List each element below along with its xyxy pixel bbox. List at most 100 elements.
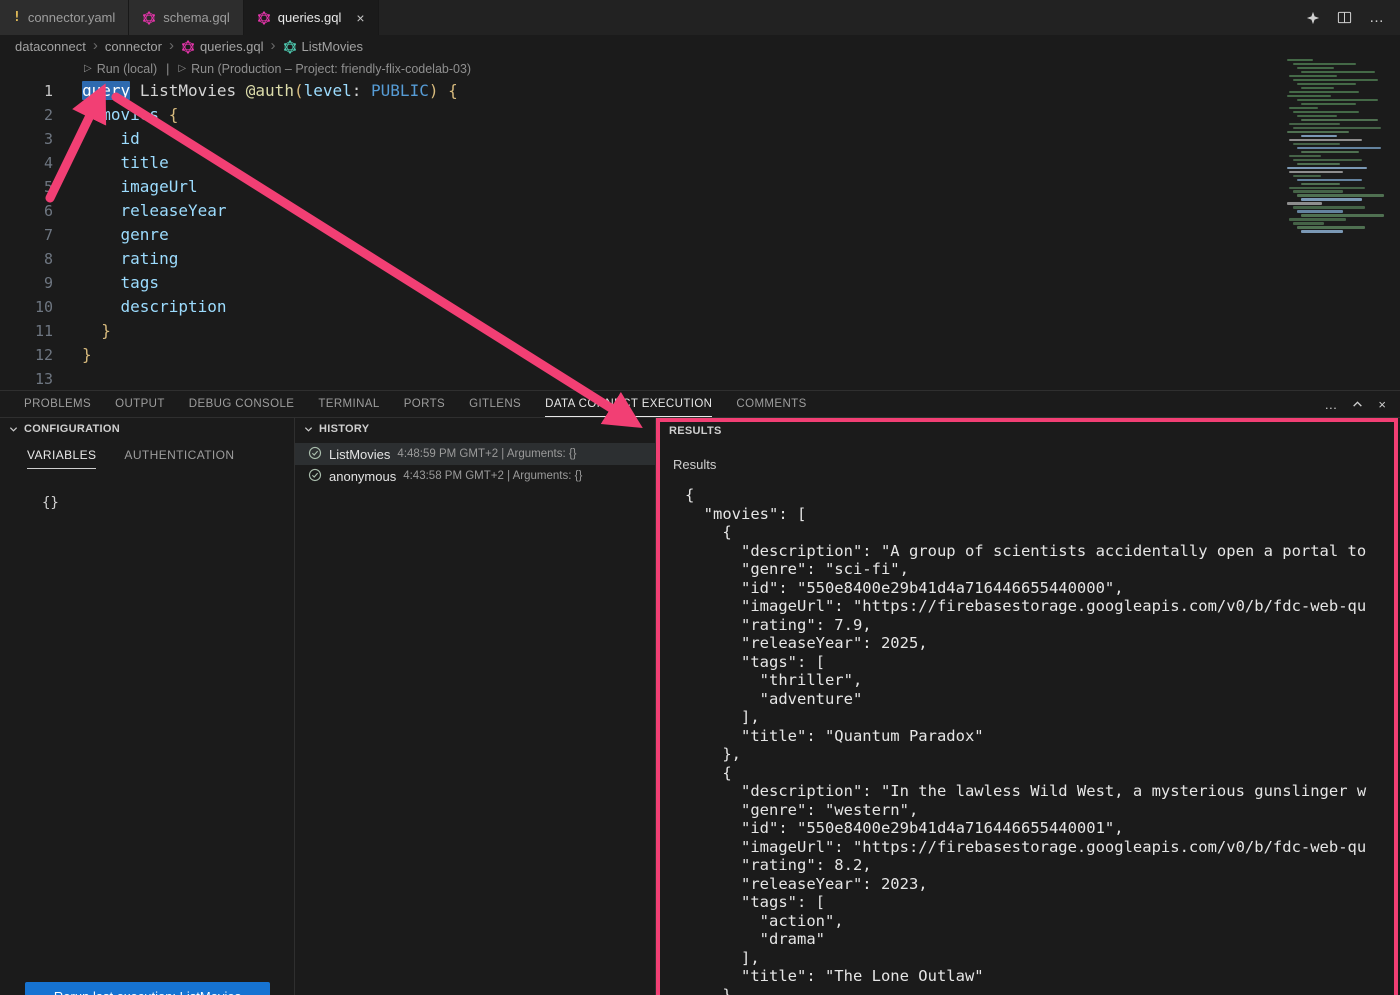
- minimap-line: [1297, 194, 1384, 196]
- panel-tab-output[interactable]: OUTPUT: [115, 391, 165, 417]
- code-text: tags: [53, 271, 159, 295]
- json-line: "action",: [685, 912, 1400, 931]
- run-production-link[interactable]: ▷ Run (Production – Project: friendly-fl…: [178, 62, 471, 76]
- results-header[interactable]: RESULTS: [656, 418, 1400, 440]
- line-number: 5: [0, 175, 53, 199]
- minimap-line: [1287, 59, 1313, 61]
- results-json[interactable]: { "movies": [ { "description": "A group …: [656, 486, 1400, 995]
- tab-schema-gql[interactable]: schema.gql: [129, 0, 243, 35]
- configuration-header[interactable]: CONFIGURATION: [0, 418, 294, 440]
- split-editor-icon[interactable]: [1337, 10, 1352, 25]
- code-line: 10 description: [0, 295, 1283, 319]
- minimap-line: [1301, 230, 1343, 232]
- tab-queries-gql[interactable]: queries.gql×: [244, 0, 379, 35]
- panel-tab-problems[interactable]: PROBLEMS: [24, 391, 91, 417]
- play-icon: ▷: [84, 63, 92, 74]
- token: }: [82, 321, 111, 340]
- variables-tab[interactable]: VARIABLES: [27, 448, 96, 469]
- codelens: ▷ Run (local) | ▷ Run (Production – Proj…: [0, 58, 1400, 79]
- minimap-line: [1287, 167, 1367, 169]
- line-number: 4: [0, 151, 53, 175]
- token: id: [121, 129, 140, 148]
- code-text: description: [53, 295, 227, 319]
- more-actions-icon[interactable]: …: [1369, 9, 1384, 26]
- panel-close-icon[interactable]: ×: [1378, 397, 1386, 412]
- token: imageUrl: [121, 177, 198, 196]
- panel-tab-debug-console[interactable]: DEBUG CONSOLE: [189, 391, 295, 417]
- line-number: 1: [0, 79, 53, 103]
- panel-tab-terminal[interactable]: TERMINAL: [318, 391, 379, 417]
- code-line: 1query ListMovies @auth(level: PUBLIC) {: [0, 79, 1283, 103]
- line-number: 12: [0, 343, 53, 367]
- rerun-button[interactable]: Rerun last execution: ListMovies: [25, 982, 270, 995]
- breadcrumb-item-queries-gql[interactable]: queries.gql: [181, 39, 264, 54]
- panel-tab-ports[interactable]: PORTS: [404, 391, 445, 417]
- panel-more-icon[interactable]: …: [1324, 397, 1337, 412]
- token: description: [121, 297, 227, 316]
- authentication-tab[interactable]: AUTHENTICATION: [124, 448, 234, 469]
- tab-label: schema.gql: [163, 10, 229, 25]
- history-section: HISTORY ListMovies4:48:59 PM GMT+2 | Arg…: [295, 418, 656, 995]
- minimap[interactable]: [1283, 58, 1400, 390]
- bottom-panel: PROBLEMS OUTPUT DEBUG CONSOLE TERMINAL PORTS…: [0, 390, 1400, 995]
- minimap-line: [1289, 75, 1337, 77]
- breadcrumb-item-ListMovies[interactable]: ListMovies: [283, 39, 363, 54]
- line-number: 9: [0, 271, 53, 295]
- json-line: "tags": [: [685, 653, 1400, 672]
- history-item-ListMovies[interactable]: ListMovies4:48:59 PM GMT+2 | Arguments: …: [295, 443, 655, 465]
- breadcrumb-item-dataconnect[interactable]: dataconnect: [15, 39, 86, 54]
- graphql-icon: [142, 11, 156, 25]
- history-item-name: ListMovies: [329, 447, 390, 462]
- results-section: RESULTS Results { "movies": [ { "descrip…: [656, 418, 1400, 995]
- panel-tab-data-connect-execution[interactable]: DATA CONNECT EXECUTION: [545, 391, 712, 417]
- json-line: "adventure": [685, 690, 1400, 709]
- code-lines[interactable]: 1query ListMovies @auth(level: PUBLIC) {…: [0, 79, 1283, 390]
- results-label: Results: [673, 457, 1400, 472]
- token: level: [304, 81, 352, 100]
- code-text: rating: [53, 247, 178, 271]
- tab-connector-yaml[interactable]: !connector.yaml: [0, 0, 129, 35]
- check-circle-icon: [308, 468, 322, 485]
- json-line: "rating": 7.9,: [685, 616, 1400, 635]
- variables-value[interactable]: {}: [0, 469, 294, 511]
- code-text: id: [53, 127, 140, 151]
- panel-tab-gitlens[interactable]: GITLENS: [469, 391, 521, 417]
- minimap-line: [1293, 127, 1381, 129]
- panel-tab-bar: PROBLEMS OUTPUT DEBUG CONSOLE TERMINAL PORTS…: [0, 391, 1400, 418]
- vscode-window: !connector.yamlschema.gqlqueries.gql× … …: [0, 0, 1400, 995]
- code-line: 11 }: [0, 319, 1283, 343]
- minimap-line: [1293, 175, 1321, 177]
- copilot-sparkle-icon[interactable]: [1306, 11, 1320, 25]
- run-local-link[interactable]: ▷ Run (local): [84, 62, 157, 76]
- json-line: ],: [685, 708, 1400, 727]
- history-item-anonymous[interactable]: anonymous4:43:58 PM GMT+2 | Arguments: {…: [295, 465, 655, 487]
- configuration-section: CONFIGURATION VARIABLES AUTHENTICATION {…: [0, 418, 295, 995]
- line-number: 6: [0, 199, 53, 223]
- minimap-line: [1297, 226, 1365, 228]
- json-line: "id": "550e8400e29b41d4a716446655440001"…: [685, 819, 1400, 838]
- json-line: "description": "A group of scientists ac…: [685, 542, 1400, 561]
- configuration-title: CONFIGURATION: [24, 423, 120, 435]
- json-line: {: [685, 764, 1400, 783]
- minimap-line: [1297, 163, 1340, 165]
- breadcrumb: dataconnect›connector›queries.gql›ListMo…: [0, 35, 1400, 58]
- code-line: 7 genre: [0, 223, 1283, 247]
- history-list: ListMovies4:48:59 PM GMT+2 | Arguments: …: [295, 440, 655, 487]
- breadcrumb-label: connector: [105, 39, 162, 54]
- chevron-down-icon: [304, 425, 313, 434]
- minimap-line: [1297, 115, 1337, 117]
- line-number: 13: [0, 367, 53, 390]
- code-line: 5 imageUrl: [0, 175, 1283, 199]
- history-item-name: anonymous: [329, 469, 396, 484]
- minimap-line: [1287, 95, 1331, 97]
- breadcrumb-item-connector[interactable]: connector: [105, 39, 162, 54]
- minimap-line: [1297, 179, 1362, 181]
- panel-tab-comments[interactable]: COMMENTS: [736, 391, 806, 417]
- close-tab-icon[interactable]: ×: [356, 11, 364, 25]
- history-header[interactable]: HISTORY: [295, 418, 655, 440]
- panel-maximize-icon[interactable]: [1352, 399, 1363, 410]
- minimap-line: [1293, 143, 1340, 145]
- minimap-line: [1289, 171, 1343, 173]
- codelens-separator: |: [166, 62, 169, 76]
- token: [82, 105, 101, 124]
